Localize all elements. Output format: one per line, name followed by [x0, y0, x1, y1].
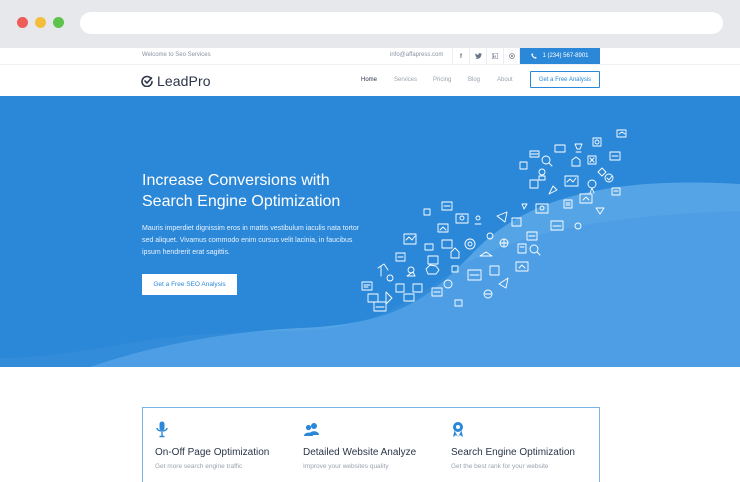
service-title: Search Engine Optimization [451, 447, 575, 458]
service-title: On-Off Page Optimization [155, 447, 270, 458]
main-navbar: LeadPro Home Services Pricing Blog About… [0, 64, 740, 96]
users-icon [304, 423, 319, 436]
service-title: Detailed Website Analyze [303, 447, 417, 458]
logo[interactable]: LeadPro [141, 73, 211, 89]
services-panel: On-Off Page Optimization Get more search… [142, 407, 600, 482]
minimize-window-button[interactable] [35, 17, 46, 28]
phone-icon [531, 53, 538, 59]
hero-title-line-2: Search Engine Optimization [142, 193, 341, 210]
service-subtitle: Get the best rank for your website [451, 463, 549, 470]
phone-button[interactable]: 1 (234) 567-8901 [520, 48, 600, 64]
logo-check-icon [141, 75, 153, 87]
top-bar: Welcome to Seo Services info@affapress.c… [0, 48, 740, 64]
free-seo-analysis-button[interactable]: Get a Free SEO Analysis [142, 274, 237, 295]
maximize-window-button[interactable] [53, 17, 64, 28]
close-window-button[interactable] [17, 17, 28, 28]
linkedin-icon[interactable] [486, 48, 503, 64]
service-subtitle: Improve your websites quality [303, 463, 389, 470]
globe-icon[interactable] [503, 48, 520, 64]
nav-home[interactable]: Home [361, 77, 377, 83]
nav-services[interactable]: Services [394, 77, 417, 83]
email-link[interactable]: info@affapress.com [390, 52, 443, 58]
logo-text: LeadPro [157, 73, 211, 89]
welcome-text: Welcome to Seo Services [142, 52, 211, 58]
service-subtitle: Get more search engine traffic [155, 463, 243, 470]
microphone-icon [156, 421, 168, 438]
nav-pricing[interactable]: Pricing [433, 77, 451, 83]
award-icon [453, 422, 463, 437]
address-bar[interactable] [80, 12, 723, 34]
nav-about[interactable]: About [497, 77, 513, 83]
nav-blog[interactable]: Blog [468, 77, 480, 83]
hero-title-line-1: Increase Conversions with [142, 172, 330, 189]
free-analysis-button[interactable]: Get a Free Analysis [530, 71, 600, 88]
hero-title: Increase Conversions with Search Engine … [142, 170, 402, 212]
hero-description: Mauris imperdiet dignissim eros in matti… [142, 225, 360, 256]
browser-chrome [0, 0, 740, 48]
twitter-icon[interactable] [469, 48, 486, 64]
phone-number: 1 (234) 567-8901 [542, 53, 589, 59]
hero-section: Increase Conversions with Search Engine … [0, 96, 740, 367]
facebook-icon[interactable]: f [452, 48, 469, 64]
